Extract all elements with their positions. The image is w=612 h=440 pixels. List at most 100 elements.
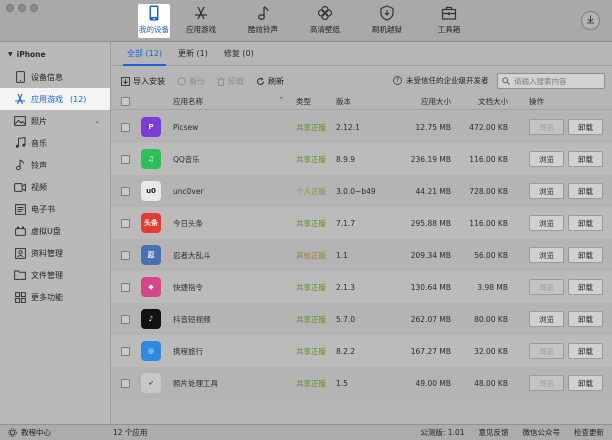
uninstall-button[interactable]: 卸载 bbox=[568, 151, 603, 167]
chevron-down-icon[interactable]: ⌄ bbox=[94, 117, 100, 125]
uninstall-button[interactable]: 卸载 bbox=[568, 343, 603, 359]
nav-tab-ringtones[interactable]: 酷炫铃声 bbox=[232, 4, 294, 38]
feedback-link[interactable]: 意见反馈 bbox=[479, 427, 509, 438]
minimize-window-button[interactable] bbox=[18, 4, 26, 12]
doc-size: 56.00 KB bbox=[474, 250, 508, 260]
table-row[interactable]: 忍 忍者大乱斗 其他正版 1.1 209.34 MB 56.00 KB 浏览 卸载 bbox=[111, 239, 612, 271]
nav-tab-my-device[interactable]: 我的设备 bbox=[138, 4, 170, 38]
sidebar-item-more[interactable]: 更多功能 bbox=[0, 286, 110, 308]
app-size: 12.75 MB bbox=[415, 122, 451, 132]
uninstall-all-button[interactable]: 卸载 bbox=[217, 76, 244, 87]
browse-button[interactable]: 浏览 bbox=[529, 215, 564, 231]
header-version[interactable]: 版本 bbox=[336, 96, 398, 107]
sidebar-item-virtual-usb[interactable]: 虚拟U盘 bbox=[0, 220, 110, 242]
select-all-checkbox[interactable] bbox=[121, 97, 130, 106]
row-checkbox[interactable] bbox=[121, 122, 130, 132]
bell-icon bbox=[14, 159, 26, 171]
row-checkbox[interactable] bbox=[121, 186, 130, 196]
device-header[interactable]: ▼ iPhone bbox=[0, 42, 110, 66]
row-checkbox[interactable] bbox=[121, 218, 130, 228]
zoom-window-button[interactable] bbox=[30, 4, 38, 12]
tab-repair[interactable]: 修复 (0) bbox=[216, 48, 262, 65]
table-row[interactable]: ◎ 携程旅行 共享正版 8.2.2 167.27 MB 32.00 KB 浏览 卸载 bbox=[111, 335, 612, 367]
uninstall-button[interactable]: 卸载 bbox=[568, 247, 603, 263]
uninstall-button[interactable]: 卸载 bbox=[568, 279, 603, 295]
app-version: 2.1.3 bbox=[336, 282, 356, 292]
app-type: 共享正版 bbox=[296, 122, 326, 132]
sidebar-item-device-info[interactable]: 设备信息 bbox=[0, 66, 110, 88]
sidebar-item-label: 设备信息 bbox=[31, 72, 63, 82]
sidebar-item-file-manage[interactable]: 文件管理 bbox=[0, 264, 110, 286]
sidebar-item-label: 铃声 bbox=[31, 160, 47, 170]
photo-icon bbox=[14, 115, 26, 127]
header-doc-size[interactable]: 文档大小 bbox=[455, 96, 512, 107]
status-links: 公测版: 1.01 意见反馈 微信公众号 检查更新 bbox=[420, 427, 604, 438]
browse-button[interactable]: 浏览 bbox=[529, 247, 564, 263]
sidebar-item-photos[interactable]: 照片 ⌄ bbox=[0, 110, 110, 132]
sort-icon[interactable]: ⌃ bbox=[278, 96, 284, 104]
tab-all[interactable]: 全部 (12) bbox=[119, 48, 170, 66]
row-checkbox[interactable] bbox=[121, 250, 130, 260]
close-window-button[interactable] bbox=[6, 4, 14, 12]
uninstall-button[interactable]: 卸载 bbox=[568, 311, 603, 327]
wechat-link[interactable]: 微信公众号 bbox=[523, 427, 561, 438]
row-checkbox[interactable] bbox=[121, 154, 130, 164]
check-update-link[interactable]: 检查更新 bbox=[574, 427, 604, 438]
app-type: 共享正版 bbox=[296, 218, 326, 228]
row-checkbox[interactable] bbox=[121, 314, 130, 324]
table-row[interactable]: ◆ 快捷指令 共享正版 2.1.3 130.64 MB 3.98 MB 浏览 卸载 bbox=[111, 271, 612, 303]
download-button[interactable] bbox=[581, 11, 600, 30]
sidebar-item-data-manage[interactable]: 资料管理 bbox=[0, 242, 110, 264]
header-type[interactable]: 类型 bbox=[296, 96, 336, 107]
row-checkbox[interactable] bbox=[121, 378, 130, 388]
browse-button[interactable]: 浏览 bbox=[529, 279, 564, 295]
table-row[interactable]: ♫ QQ音乐 共享正版 8.9.9 236.19 MB 116.00 KB 浏览 卸载 bbox=[111, 143, 612, 175]
table-row[interactable]: ➶ 照片处理工具 共享正版 1.5 49.00 MB 48.00 KB 浏览 卸载 bbox=[111, 367, 612, 399]
app-version: 5.7.0 bbox=[336, 314, 356, 324]
row-checkbox[interactable] bbox=[121, 282, 130, 292]
tab-updates[interactable]: 更新 (1) bbox=[170, 48, 216, 65]
browse-button[interactable]: 浏览 bbox=[529, 343, 564, 359]
sidebar-item-apps[interactable]: 应用游戏 (12) bbox=[0, 88, 110, 110]
row-checkbox[interactable] bbox=[121, 346, 130, 356]
table-row[interactable]: P Picsew 共享正版 2.12.1 12.75 MB 472.00 KB 浏览 卸载 bbox=[111, 111, 612, 143]
backup-button[interactable]: 备份 bbox=[177, 76, 205, 87]
refresh-button[interactable]: 刷新 bbox=[256, 76, 284, 87]
app-icon: 头条 bbox=[141, 213, 161, 233]
uninstall-button[interactable]: 卸载 bbox=[568, 375, 603, 391]
app-table-body: P Picsew 共享正版 2.12.1 12.75 MB 472.00 KB 浏览 卸载 ♫ Q… bbox=[111, 111, 612, 399]
sidebar-item-label: 更多功能 bbox=[31, 292, 63, 302]
sidebar-item-ringtones[interactable]: 铃声 bbox=[0, 154, 110, 176]
header-name[interactable]: 应用名称 ⌃ bbox=[173, 96, 296, 107]
nav-tab-apps[interactable]: 应用游戏 bbox=[170, 4, 232, 38]
tutorial-center-link[interactable]: 教程中心 bbox=[8, 427, 51, 438]
browse-button[interactable]: 浏览 bbox=[529, 119, 564, 135]
browse-button[interactable]: 浏览 bbox=[529, 311, 564, 327]
uninstall-button[interactable]: 卸载 bbox=[568, 119, 603, 135]
sidebar-item-videos[interactable]: 视频 bbox=[0, 176, 110, 198]
flower-icon bbox=[317, 5, 333, 21]
nav-tab-wallpapers[interactable]: 高清壁纸 bbox=[294, 4, 356, 38]
nav-tab-toolbox[interactable]: 工具箱 bbox=[418, 4, 480, 38]
uninstall-button[interactable]: 卸载 bbox=[568, 215, 603, 231]
header-app-size[interactable]: 应用大小 bbox=[398, 96, 455, 107]
subtab-bar: 全部 (12) 更新 (1) 修复 (0) bbox=[111, 42, 612, 66]
untrusted-developer-link[interactable]: ? 未受信任的企业级开发者 bbox=[393, 75, 489, 86]
table-row[interactable]: u0 unc0ver 个人正版 3.0.0~b49 44.21 MB 728.00 KB 浏… bbox=[111, 175, 612, 207]
table-row[interactable]: ♪ 抖音短视频 共享正版 5.7.0 262.07 MB 80.00 KB 浏览 卸载 bbox=[111, 303, 612, 335]
browse-button[interactable]: 浏览 bbox=[529, 375, 564, 391]
install-button[interactable]: 导入安装 bbox=[121, 76, 165, 87]
sidebar-item-music[interactable]: 音乐 bbox=[0, 132, 110, 154]
table-row[interactable]: 头条 今日头条 共享正版 7.1.7 295.88 MB 116.00 KB 浏览 卸载 bbox=[111, 207, 612, 239]
grid-icon bbox=[14, 291, 26, 303]
uninstall-button[interactable]: 卸载 bbox=[568, 183, 603, 199]
download-icon bbox=[586, 15, 595, 26]
nav-tab-jailbreak[interactable]: 刷机越狱 bbox=[356, 4, 418, 38]
sidebar-item-ebooks[interactable]: 电子书 bbox=[0, 198, 110, 220]
app-type: 其他正版 bbox=[296, 250, 326, 260]
untrusted-label: 未受信任的企业级开发者 bbox=[406, 76, 489, 85]
search-input[interactable] bbox=[514, 76, 604, 86]
phone-icon bbox=[146, 5, 162, 21]
browse-button[interactable]: 浏览 bbox=[529, 151, 564, 167]
browse-button[interactable]: 浏览 bbox=[529, 183, 564, 199]
